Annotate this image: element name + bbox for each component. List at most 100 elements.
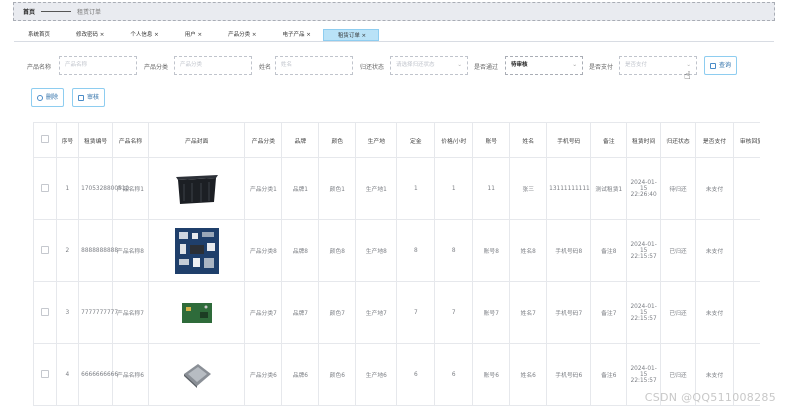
breadcrumb-home[interactable]: 首页: [23, 7, 35, 16]
cell-category: 产品分类7: [244, 281, 283, 344]
pass-label: 是否通过: [474, 64, 499, 71]
chevron-down-icon: ⌄: [572, 62, 577, 68]
search-button-label: 查询: [719, 62, 732, 69]
product-cover-cell: [147, 219, 246, 282]
product-cover-image: [151, 220, 242, 281]
product-name-label: 产品名称: [27, 64, 52, 71]
row-checkbox[interactable]: [40, 369, 49, 378]
delete-icon: [37, 94, 43, 101]
name-input[interactable]: 姓名: [275, 56, 353, 75]
column-header: 租赁时间: [626, 122, 662, 158]
category-input[interactable]: 产品分类: [174, 56, 252, 75]
breadcrumb-separator: [41, 11, 72, 12]
cell-color: 颜色7: [318, 281, 357, 344]
cell-brand: 品牌1: [281, 157, 320, 220]
delete-button-label: 删除: [46, 94, 59, 101]
cell-return: 待归还: [660, 157, 696, 220]
cell-price: 1: [434, 157, 474, 220]
cell-paid: 未支付: [694, 157, 734, 220]
cell-name: 姓名7: [509, 281, 548, 344]
breadcrumb: 首页 租赁订单: [13, 2, 775, 21]
cell-name: 姓名6: [509, 343, 548, 406]
cell-color: 颜色8: [318, 219, 357, 282]
return-status-placeholder: 请选择归还状态: [396, 62, 435, 68]
cell-index: 2: [55, 219, 80, 282]
pass-select[interactable]: 待审核 ⌄: [505, 56, 583, 75]
cell-color: 颜色1: [318, 157, 357, 220]
watermark: CSDN @QQ511008285: [644, 391, 776, 404]
tab-electronics[interactable]: 电子产品 ×: [268, 29, 322, 41]
review-button[interactable]: 审核: [72, 88, 106, 107]
cell-phone: 13111111111: [546, 157, 592, 220]
cell-product: 产品名称6: [112, 343, 149, 406]
cell-deposit: 8: [396, 219, 436, 282]
row-checkbox[interactable]: [40, 307, 49, 316]
column-header: 审核回复: [732, 122, 760, 158]
chevron-down-icon: ⌄: [457, 62, 462, 68]
row-select-cell[interactable]: [33, 219, 57, 282]
cell-account: 账号7: [472, 281, 511, 344]
review-button-label: 审核: [87, 94, 100, 101]
cell-index: 3: [55, 281, 80, 344]
pay-label: 是否支付: [589, 64, 614, 71]
table-row[interactable]: 1 1705328800510 产品名称1 产品分类1 品牌1 颜色1 生产地1 1 1 11 张三…: [33, 157, 760, 220]
cell-color: 颜色6: [318, 343, 357, 406]
product-cover-image: [151, 282, 242, 343]
tab-home[interactable]: 系统首页: [14, 29, 62, 41]
cell-account: 账号6: [472, 343, 511, 406]
delete-button[interactable]: 删除: [31, 88, 65, 107]
pass-value: 待审核: [511, 62, 528, 68]
name-label: 姓名: [259, 64, 272, 71]
select-all-checkbox[interactable]: [40, 135, 49, 143]
cell-review-reply: [732, 157, 760, 220]
cell-deposit: 6: [396, 343, 436, 406]
cell-phone: 手机号码6: [546, 343, 592, 406]
breadcrumb-current: 租赁订单: [77, 9, 102, 16]
orders-table: 序号 租赁编号 产品名称 产品封面 产品分类 品牌 颜色 生产地 定金 价格/小…: [33, 122, 760, 408]
product-cover-cell: [147, 157, 246, 220]
tab-change-password[interactable]: 修改密码 ×: [62, 29, 116, 41]
tab-profile[interactable]: 个人信息 ×: [116, 29, 170, 41]
cell-price: 6: [434, 343, 474, 406]
column-header: 品牌: [281, 122, 320, 158]
search-button[interactable]: 查询: [704, 56, 738, 75]
return-status-label: 归还状态: [360, 64, 385, 71]
cell-remark: 备注8: [590, 219, 628, 282]
tab-product-category[interactable]: 产品分类 ×: [214, 29, 268, 41]
cell-brand: 品牌8: [281, 219, 320, 282]
cell-index: 4: [55, 343, 80, 406]
cell-time: 2024-01-15 22:15:57: [626, 219, 662, 282]
tab-users[interactable]: 用户 ×: [171, 29, 214, 41]
cell-phone: 手机号码7: [546, 281, 592, 344]
column-header: 租赁编号: [78, 122, 114, 158]
product-cover-image: [151, 344, 242, 405]
column-header: 定金: [396, 122, 436, 158]
row-select-cell[interactable]: [33, 343, 57, 406]
select-all-cell[interactable]: [33, 122, 57, 158]
cell-return: 已归还: [660, 281, 696, 344]
cell-category: 产品分类6: [244, 343, 283, 406]
row-checkbox[interactable]: [40, 183, 49, 192]
return-status-select[interactable]: 请选择归还状态 ⌄: [390, 56, 468, 75]
table-row[interactable]: 2 8888888888 产品名称8 产品分类8 品牌8 颜色8 生产地8 8 8 账号8 姓名8 手…: [33, 219, 760, 282]
cell-price: 8: [434, 219, 474, 282]
product-name-input[interactable]: 产品名称: [59, 56, 137, 75]
column-header: 手机号码: [546, 122, 592, 158]
tab-rental-orders[interactable]: 租赁订单 ×: [322, 29, 380, 41]
cell-price: 7: [434, 281, 474, 344]
cell-paid: 未支付: [694, 281, 734, 344]
cell-remark: 备注7: [590, 281, 628, 344]
column-header: 产品分类: [244, 122, 283, 158]
cell-order-no: 7777777777: [78, 281, 118, 344]
cell-account: 账号8: [472, 219, 511, 282]
row-select-cell[interactable]: [33, 157, 57, 220]
cell-review-reply: [732, 281, 760, 344]
table-header: 序号 租赁编号 产品名称 产品封面 产品分类 品牌 颜色 生产地 定金 价格/小…: [33, 122, 760, 158]
tab-divider: [14, 41, 774, 42]
column-header: 产品封面: [147, 122, 246, 158]
row-checkbox[interactable]: [40, 245, 49, 254]
search-icon: [710, 62, 716, 69]
table-row[interactable]: 3 7777777777 产品名称7 产品分类7 品牌7 颜色7 生产地7 7 7 账号7 姓名7 手…: [33, 281, 760, 344]
cell-origin: 生产地8: [355, 219, 398, 282]
row-select-cell[interactable]: [33, 281, 57, 344]
